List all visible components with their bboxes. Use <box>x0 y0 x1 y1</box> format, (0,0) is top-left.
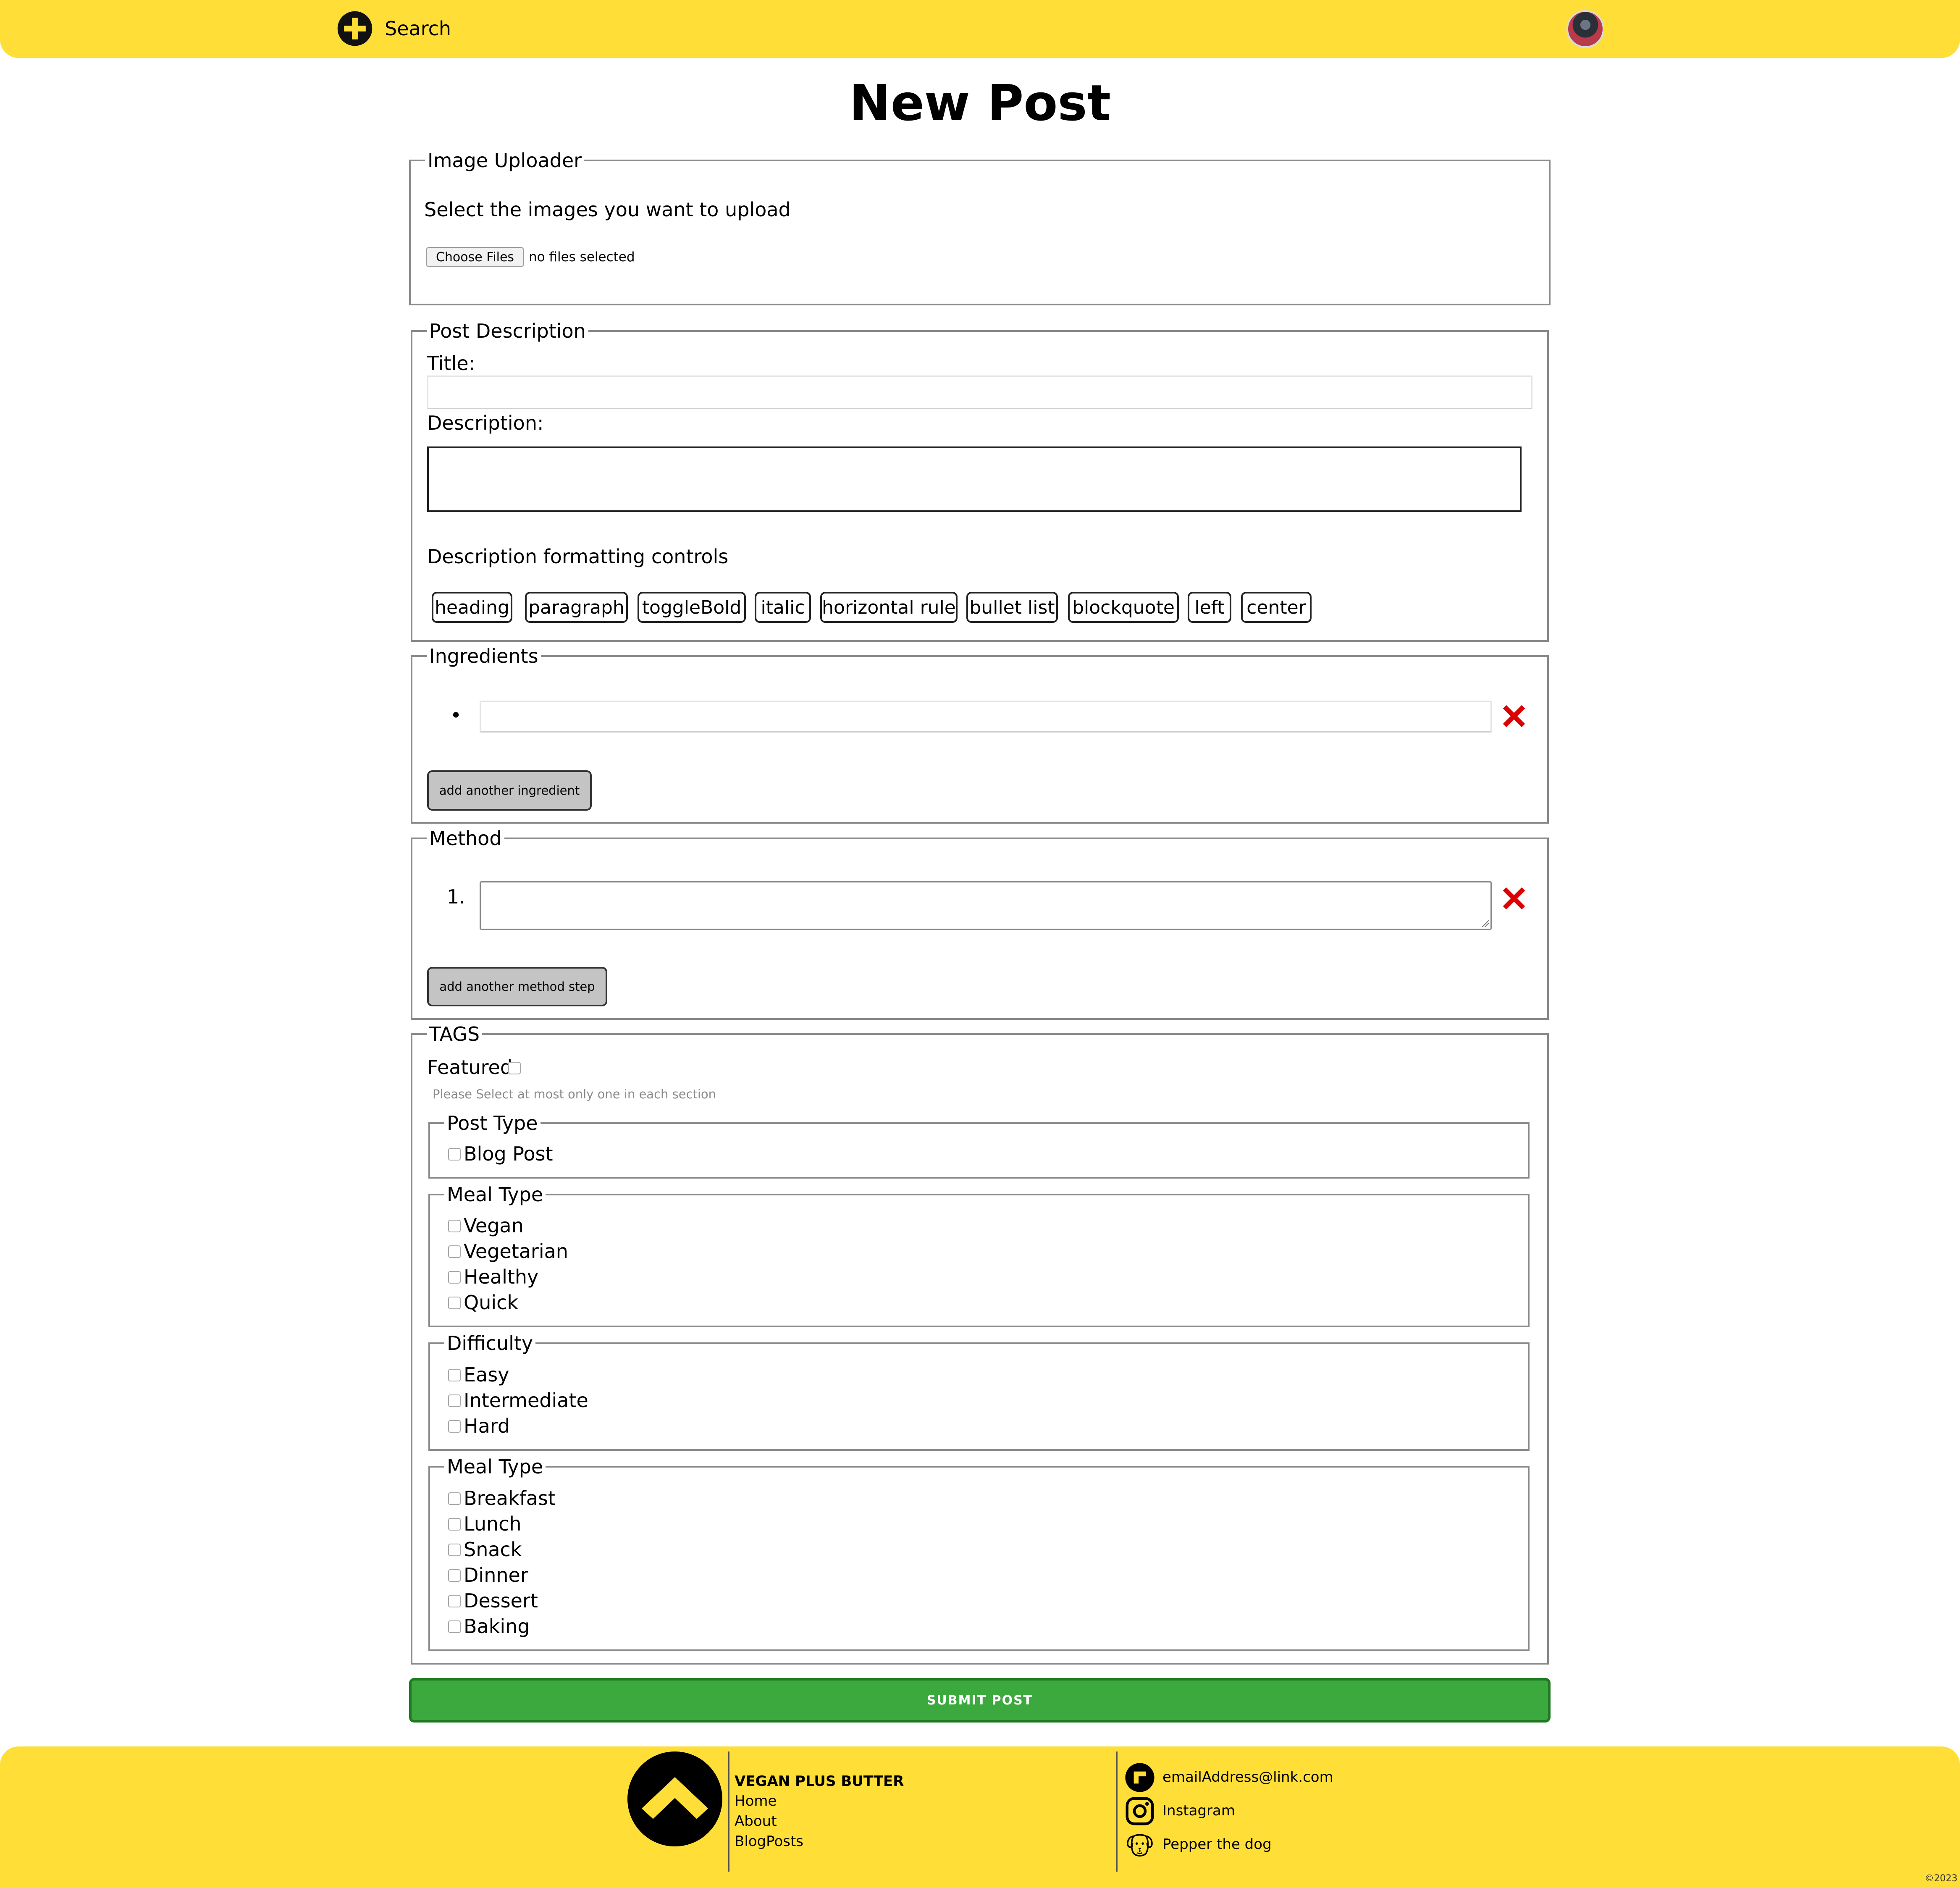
featured-checkbox[interactable] <box>508 1062 521 1074</box>
blog-post-checkbox[interactable] <box>448 1148 461 1161</box>
vegetarian-label: Vegetarian <box>464 1240 568 1263</box>
blog-post-label: Blog Post <box>464 1142 553 1165</box>
formatting-label: Description formatting controls <box>427 545 729 568</box>
easy-checkbox[interactable] <box>448 1369 461 1381</box>
vegan-checkbox[interactable] <box>448 1220 461 1232</box>
meal-time-legend: Meal Type <box>447 1455 543 1478</box>
image-uploader-fieldset: Image Uploader <box>409 150 1551 305</box>
healthy-checkbox[interactable] <box>448 1271 461 1284</box>
add-method-step-button[interactable]: add another method step <box>427 967 607 1006</box>
search-label: Search <box>385 17 451 40</box>
post-type-legend: Post Type <box>447 1112 538 1134</box>
dinner-label: Dinner <box>464 1564 528 1586</box>
footer-instagram[interactable]: Instagram <box>1162 1804 1235 1818</box>
format-italic-button[interactable]: italic <box>755 592 811 623</box>
footer-divider <box>728 1751 729 1872</box>
post-description-legend: Post Description <box>429 320 586 342</box>
title-label: Title: <box>427 352 475 375</box>
vegan-label: Vegan <box>464 1214 524 1237</box>
dinner-checkbox[interactable] <box>448 1569 461 1582</box>
format-hr-button[interactable]: horizontal rule <box>820 592 958 623</box>
footer-divider <box>1116 1751 1118 1872</box>
ingredient-bullet: • <box>450 704 462 727</box>
snack-checkbox[interactable] <box>448 1544 461 1556</box>
quick-label: Quick <box>464 1291 519 1314</box>
add-ingredient-button[interactable]: add another ingredient <box>427 770 592 811</box>
copyright: ©2023 <box>1925 1873 1957 1884</box>
upload-instruction: Select the images you want to upload <box>424 198 791 221</box>
ingredient-input[interactable] <box>480 701 1492 733</box>
dessert-label: Dessert <box>464 1589 538 1612</box>
intermediate-checkbox[interactable] <box>448 1394 461 1407</box>
footer-pepper[interactable]: Pepper the dog <box>1162 1837 1272 1851</box>
page-title: New Post <box>849 74 1111 132</box>
meal-type-fieldset: Meal Type <box>428 1184 1530 1327</box>
description-label: Description: <box>427 412 544 434</box>
brand-logo-icon[interactable] <box>627 1751 722 1846</box>
footer-brand: VEGAN PLUS BUTTER <box>735 1773 904 1790</box>
breakfast-checkbox[interactable] <box>448 1492 461 1505</box>
align-left-button[interactable]: left <box>1188 592 1231 623</box>
description-editor[interactable] <box>427 446 1522 512</box>
dog-icon[interactable] <box>1125 1830 1155 1860</box>
meal-type-legend: Meal Type <box>447 1183 543 1206</box>
footer-email[interactable]: emailAddress@link.com <box>1162 1770 1333 1784</box>
format-heading-button[interactable]: heading <box>432 592 512 623</box>
baking-label: Baking <box>464 1615 530 1638</box>
remove-method-step-icon[interactable] <box>1501 885 1527 911</box>
post-type-fieldset: Post Type <box>428 1113 1530 1179</box>
file-status: no files selected <box>529 249 635 265</box>
meal-time-fieldset: Meal Type <box>428 1457 1530 1651</box>
email-icon[interactable] <box>1125 1762 1155 1793</box>
top-bar <box>0 0 1960 58</box>
footer-link-home[interactable]: Home <box>735 1794 777 1808</box>
remove-ingredient-icon[interactable] <box>1501 703 1527 729</box>
hard-label: Hard <box>464 1415 510 1437</box>
tags-legend: TAGS <box>429 1023 480 1045</box>
format-paragraph-button[interactable]: paragraph <box>525 592 628 623</box>
footer-link-blogposts[interactable]: BlogPosts <box>735 1834 803 1849</box>
ingredients-legend: Ingredients <box>429 645 538 667</box>
hard-checkbox[interactable] <box>448 1420 461 1433</box>
search-button[interactable]: Search <box>337 8 451 49</box>
method-step-textarea[interactable] <box>480 881 1492 930</box>
difficulty-fieldset: Difficulty <box>428 1333 1530 1451</box>
image-uploader-legend: Image Uploader <box>428 149 582 172</box>
featured-label: Featured <box>427 1056 513 1079</box>
easy-label: Easy <box>464 1363 509 1386</box>
resize-handle-icon[interactable] <box>1480 919 1490 928</box>
baking-checkbox[interactable] <box>448 1620 461 1633</box>
plus-icon <box>337 11 373 46</box>
snack-label: Snack <box>464 1538 522 1561</box>
lunch-label: Lunch <box>464 1513 522 1535</box>
quick-checkbox[interactable] <box>448 1297 461 1309</box>
difficulty-legend: Difficulty <box>447 1332 533 1355</box>
footer <box>0 1746 1960 1888</box>
breakfast-label: Breakfast <box>464 1487 556 1510</box>
tags-hint: Please Select at most only one in each s… <box>433 1087 716 1101</box>
choose-files-button[interactable]: Choose Files <box>426 247 524 267</box>
dessert-checkbox[interactable] <box>448 1595 461 1607</box>
lunch-checkbox[interactable] <box>448 1518 461 1531</box>
submit-post-button[interactable]: SUBMIT POST <box>409 1678 1551 1723</box>
instagram-icon[interactable] <box>1125 1796 1155 1826</box>
avatar[interactable] <box>1566 10 1604 48</box>
footer-link-about[interactable]: About <box>735 1814 777 1828</box>
format-blockquote-button[interactable]: blockquote <box>1068 592 1179 623</box>
vegetarian-checkbox[interactable] <box>448 1245 461 1258</box>
method-step-number: 1. <box>447 885 465 908</box>
align-center-button[interactable]: center <box>1241 592 1312 623</box>
healthy-label: Healthy <box>464 1266 539 1288</box>
title-input[interactable] <box>427 375 1532 409</box>
intermediate-label: Intermediate <box>464 1389 588 1412</box>
format-bullet-list-button[interactable]: bullet list <box>966 592 1058 623</box>
method-legend: Method <box>429 827 502 850</box>
format-bold-button[interactable]: toggleBold <box>638 592 746 623</box>
